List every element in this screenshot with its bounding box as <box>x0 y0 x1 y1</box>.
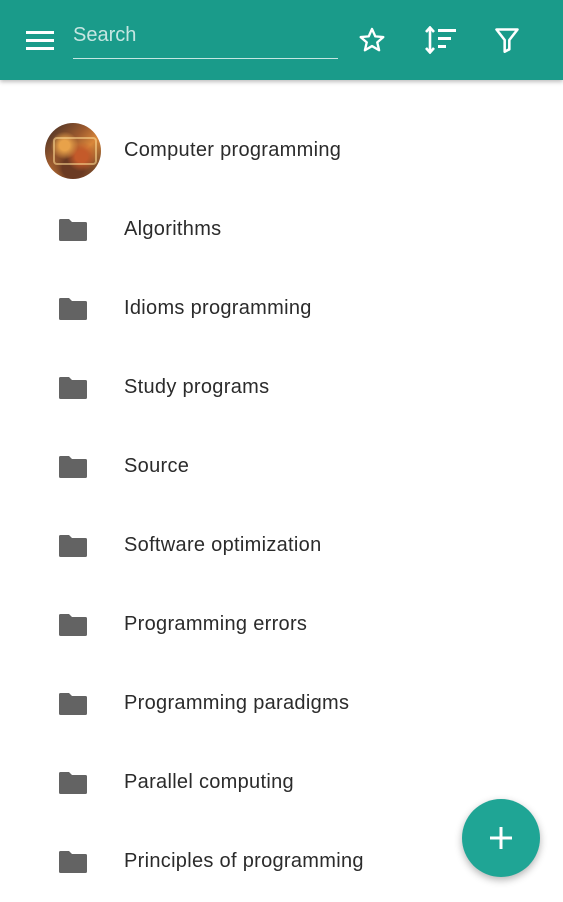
list-item[interactable]: Algorithms <box>0 191 563 270</box>
add-button[interactable] <box>462 799 540 877</box>
favorites-button[interactable] <box>350 18 394 62</box>
folder-icon <box>59 851 87 873</box>
list-item-label: Study programs <box>124 376 270 398</box>
folder-icon <box>59 693 87 715</box>
list-item[interactable]: Programming paradigms <box>0 665 563 744</box>
list-item-label: Programming paradigms <box>124 692 350 714</box>
sort-icon <box>425 26 456 54</box>
list-item[interactable]: Computer programming <box>0 112 563 191</box>
list-item-label: Idioms programming <box>124 297 312 319</box>
list-item[interactable]: Programming errors <box>0 586 563 665</box>
filter-icon <box>495 28 519 53</box>
list-item-label: Computer programming <box>124 139 342 161</box>
star-icon <box>359 27 385 52</box>
folder-icon <box>59 535 87 557</box>
list-item[interactable]: Study programs <box>0 349 563 428</box>
avatar <box>45 123 101 179</box>
app-bar <box>0 0 563 80</box>
folder-icon <box>59 298 87 320</box>
folder-icon <box>59 377 87 399</box>
list-item[interactable]: Software optimization <box>0 507 563 586</box>
search-input[interactable] <box>73 18 333 52</box>
list-item-label: Parallel computing <box>124 771 294 793</box>
list-item-label: Source <box>124 455 190 477</box>
folder-icon <box>59 772 87 794</box>
plus-icon <box>490 827 512 849</box>
filter-button[interactable] <box>485 18 529 62</box>
list-item-label: Algorithms <box>124 218 222 240</box>
list-item[interactable]: Idioms programming <box>0 270 563 349</box>
menu-button[interactable] <box>20 22 60 58</box>
menu-icon <box>26 31 54 50</box>
category-list: Computer programming Algorithms Idioms p… <box>0 112 563 902</box>
search-field <box>73 14 338 59</box>
folder-icon <box>59 219 87 241</box>
list-item-label: Software optimization <box>124 534 322 556</box>
list-item[interactable]: Source <box>0 428 563 507</box>
sort-button[interactable] <box>417 18 461 62</box>
list-item-label: Programming errors <box>124 613 308 635</box>
folder-icon <box>59 614 87 636</box>
folder-icon <box>59 456 87 478</box>
list-item-label: Principles of programming <box>124 850 364 872</box>
